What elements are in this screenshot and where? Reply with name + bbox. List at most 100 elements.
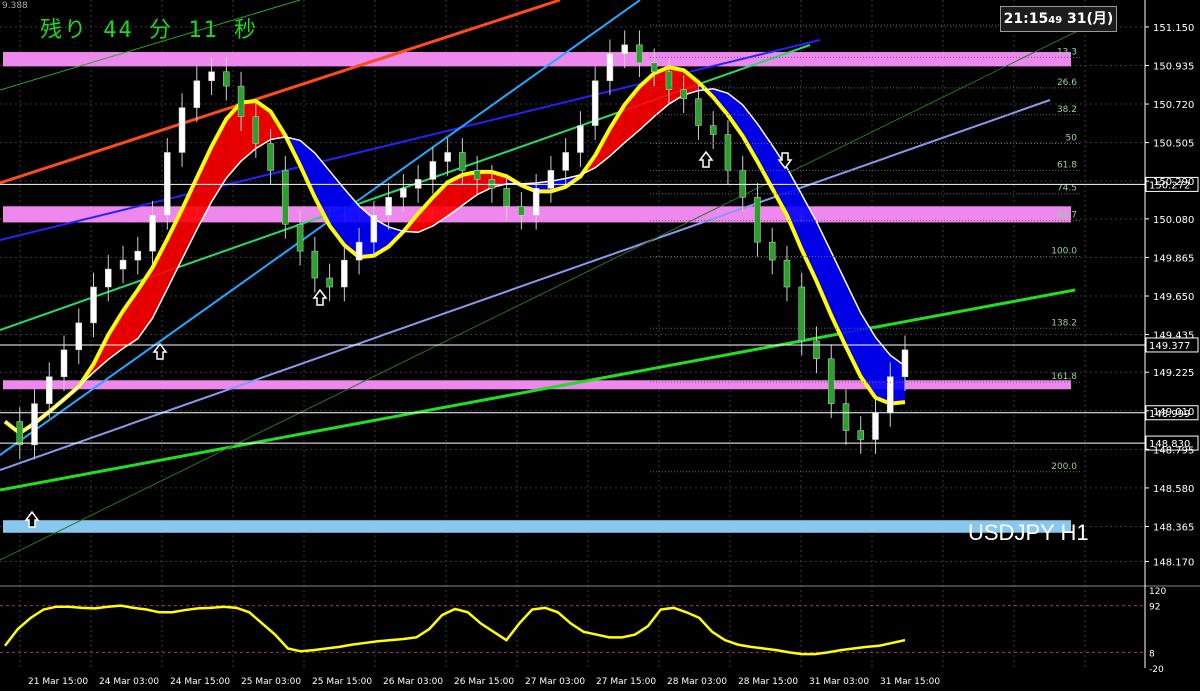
y-tick-label: 149.010 xyxy=(1153,407,1194,418)
arrow-up-icon xyxy=(312,288,328,306)
candle-body xyxy=(208,71,215,81)
x-tick-label: 31 Mar 15:00 xyxy=(880,677,940,687)
price-chart[interactable]: 0.0013.326.638.25061.874.586.7100.0138.2… xyxy=(0,0,1200,691)
candle-body xyxy=(872,412,879,440)
oscillator-panel: 120 92 8 -20 xyxy=(0,585,1200,675)
trend-line xyxy=(0,288,1076,492)
candle-body xyxy=(636,44,643,64)
candle-body xyxy=(577,125,584,153)
fib-label: 26.6 xyxy=(1057,78,1077,88)
candle-body xyxy=(606,53,614,81)
y-tick-label: 149.650 xyxy=(1153,292,1194,303)
y-tick-label: 149.435 xyxy=(1153,331,1194,342)
candle-body xyxy=(591,80,599,126)
candle-body xyxy=(31,403,38,446)
y-tick-label: 150.720 xyxy=(1153,100,1194,111)
x-tick-label: 28 Mar 15:00 xyxy=(738,677,798,687)
y-tick-label: 150.290 xyxy=(1153,177,1194,188)
x-tick-label: 26 Mar 03:00 xyxy=(383,677,443,687)
candle-body xyxy=(252,116,260,144)
candle-body xyxy=(341,259,348,288)
x-tick-label: 26 Mar 15:00 xyxy=(454,677,514,687)
candle-body xyxy=(385,197,392,216)
y-tick-label: 150.505 xyxy=(1153,139,1194,150)
clock-display: 21:1549 31(月) xyxy=(1000,6,1117,32)
candle-body xyxy=(370,215,378,243)
fib-label: 86.7 xyxy=(1057,211,1077,221)
countdown-timer: 残り 44 分 11 秒 xyxy=(40,18,258,43)
candle-body xyxy=(267,143,274,171)
x-tick-label: 21 Mar 15:00 xyxy=(28,677,88,687)
candle-body xyxy=(695,98,702,126)
candle-body xyxy=(459,152,466,171)
candle-body xyxy=(827,358,835,404)
candle-body xyxy=(355,241,363,261)
candle-body xyxy=(650,62,658,73)
candle-body xyxy=(178,107,186,153)
candle-body xyxy=(621,44,628,55)
arrow-up-icon xyxy=(698,150,714,168)
y-tick-label: 150.935 xyxy=(1153,61,1194,72)
x-tick-label: 25 Mar 03:00 xyxy=(241,677,301,687)
osc-tick: 8 xyxy=(1149,649,1155,659)
fib-label: 200.0 xyxy=(1051,462,1077,472)
candle-body xyxy=(768,241,776,261)
candle-body xyxy=(532,188,540,216)
x-tick-label: 24 Mar 15:00 xyxy=(170,677,230,687)
fib-label: 50 xyxy=(1066,134,1078,144)
candle-body xyxy=(193,80,201,108)
osc-tick: 92 xyxy=(1149,603,1160,613)
clock-day: 31(月) xyxy=(1067,11,1114,27)
x-tick-label: 25 Mar 15:00 xyxy=(312,677,372,687)
x-tick-label: 27 Mar 15:00 xyxy=(596,677,656,687)
fib-label: 74.5 xyxy=(1057,184,1077,194)
symbol-label: USDJPY H1 xyxy=(968,520,1089,545)
pink-zone xyxy=(3,52,1071,67)
y-tick-label: 150.080 xyxy=(1153,215,1194,226)
osc-tick: 120 xyxy=(1149,587,1166,597)
candle-body xyxy=(223,71,230,87)
fib-label: 38.2 xyxy=(1057,105,1077,115)
candle-body xyxy=(473,170,481,180)
candle-body xyxy=(282,170,289,225)
candle-body xyxy=(857,430,864,440)
candle-body xyxy=(90,286,97,324)
y-tick-label: 148.580 xyxy=(1153,484,1194,495)
clock-time: 21:15 xyxy=(1003,11,1049,27)
candle-body xyxy=(562,152,569,171)
candle-body xyxy=(75,322,83,351)
fibonacci-levels: 0.0013.326.638.25061.874.586.7100.0138.2… xyxy=(650,15,1080,473)
candle-body xyxy=(518,206,525,216)
x-tick-label: 31 Mar 03:00 xyxy=(809,677,869,687)
y-tick-label: 149.865 xyxy=(1153,253,1194,264)
candle-body xyxy=(400,188,407,198)
arrow-up-icon xyxy=(152,342,168,360)
candle-body xyxy=(724,134,732,171)
candle-body xyxy=(296,223,304,252)
blue-zone xyxy=(3,520,1071,533)
candle-body xyxy=(311,250,319,279)
y-tick-label: 151.150 xyxy=(1153,23,1194,34)
fib-label: 161.8 xyxy=(1051,372,1077,382)
x-tick-label: 27 Mar 03:00 xyxy=(525,677,585,687)
candle-body xyxy=(783,259,791,288)
candle-body xyxy=(798,286,805,342)
candle-body xyxy=(680,89,687,99)
candle-body xyxy=(547,170,555,189)
fib-label: 61.8 xyxy=(1057,160,1077,170)
candle-body xyxy=(119,259,127,270)
candle-body xyxy=(709,125,717,135)
candle-body xyxy=(414,179,422,189)
candle-body xyxy=(901,349,909,377)
fib-label: 138.2 xyxy=(1051,318,1077,328)
clock-seconds: 49 xyxy=(1048,15,1063,26)
y-tick-label: 149.225 xyxy=(1153,368,1194,379)
stochastic-line xyxy=(4,604,906,656)
y-tick-label: 148.365 xyxy=(1153,522,1194,533)
candle-body xyxy=(164,152,171,216)
fib-label: 13.3 xyxy=(1057,47,1077,57)
candle-body xyxy=(105,268,112,288)
candle-body xyxy=(134,250,142,261)
candle-body xyxy=(665,71,673,90)
candle-body xyxy=(444,152,451,162)
